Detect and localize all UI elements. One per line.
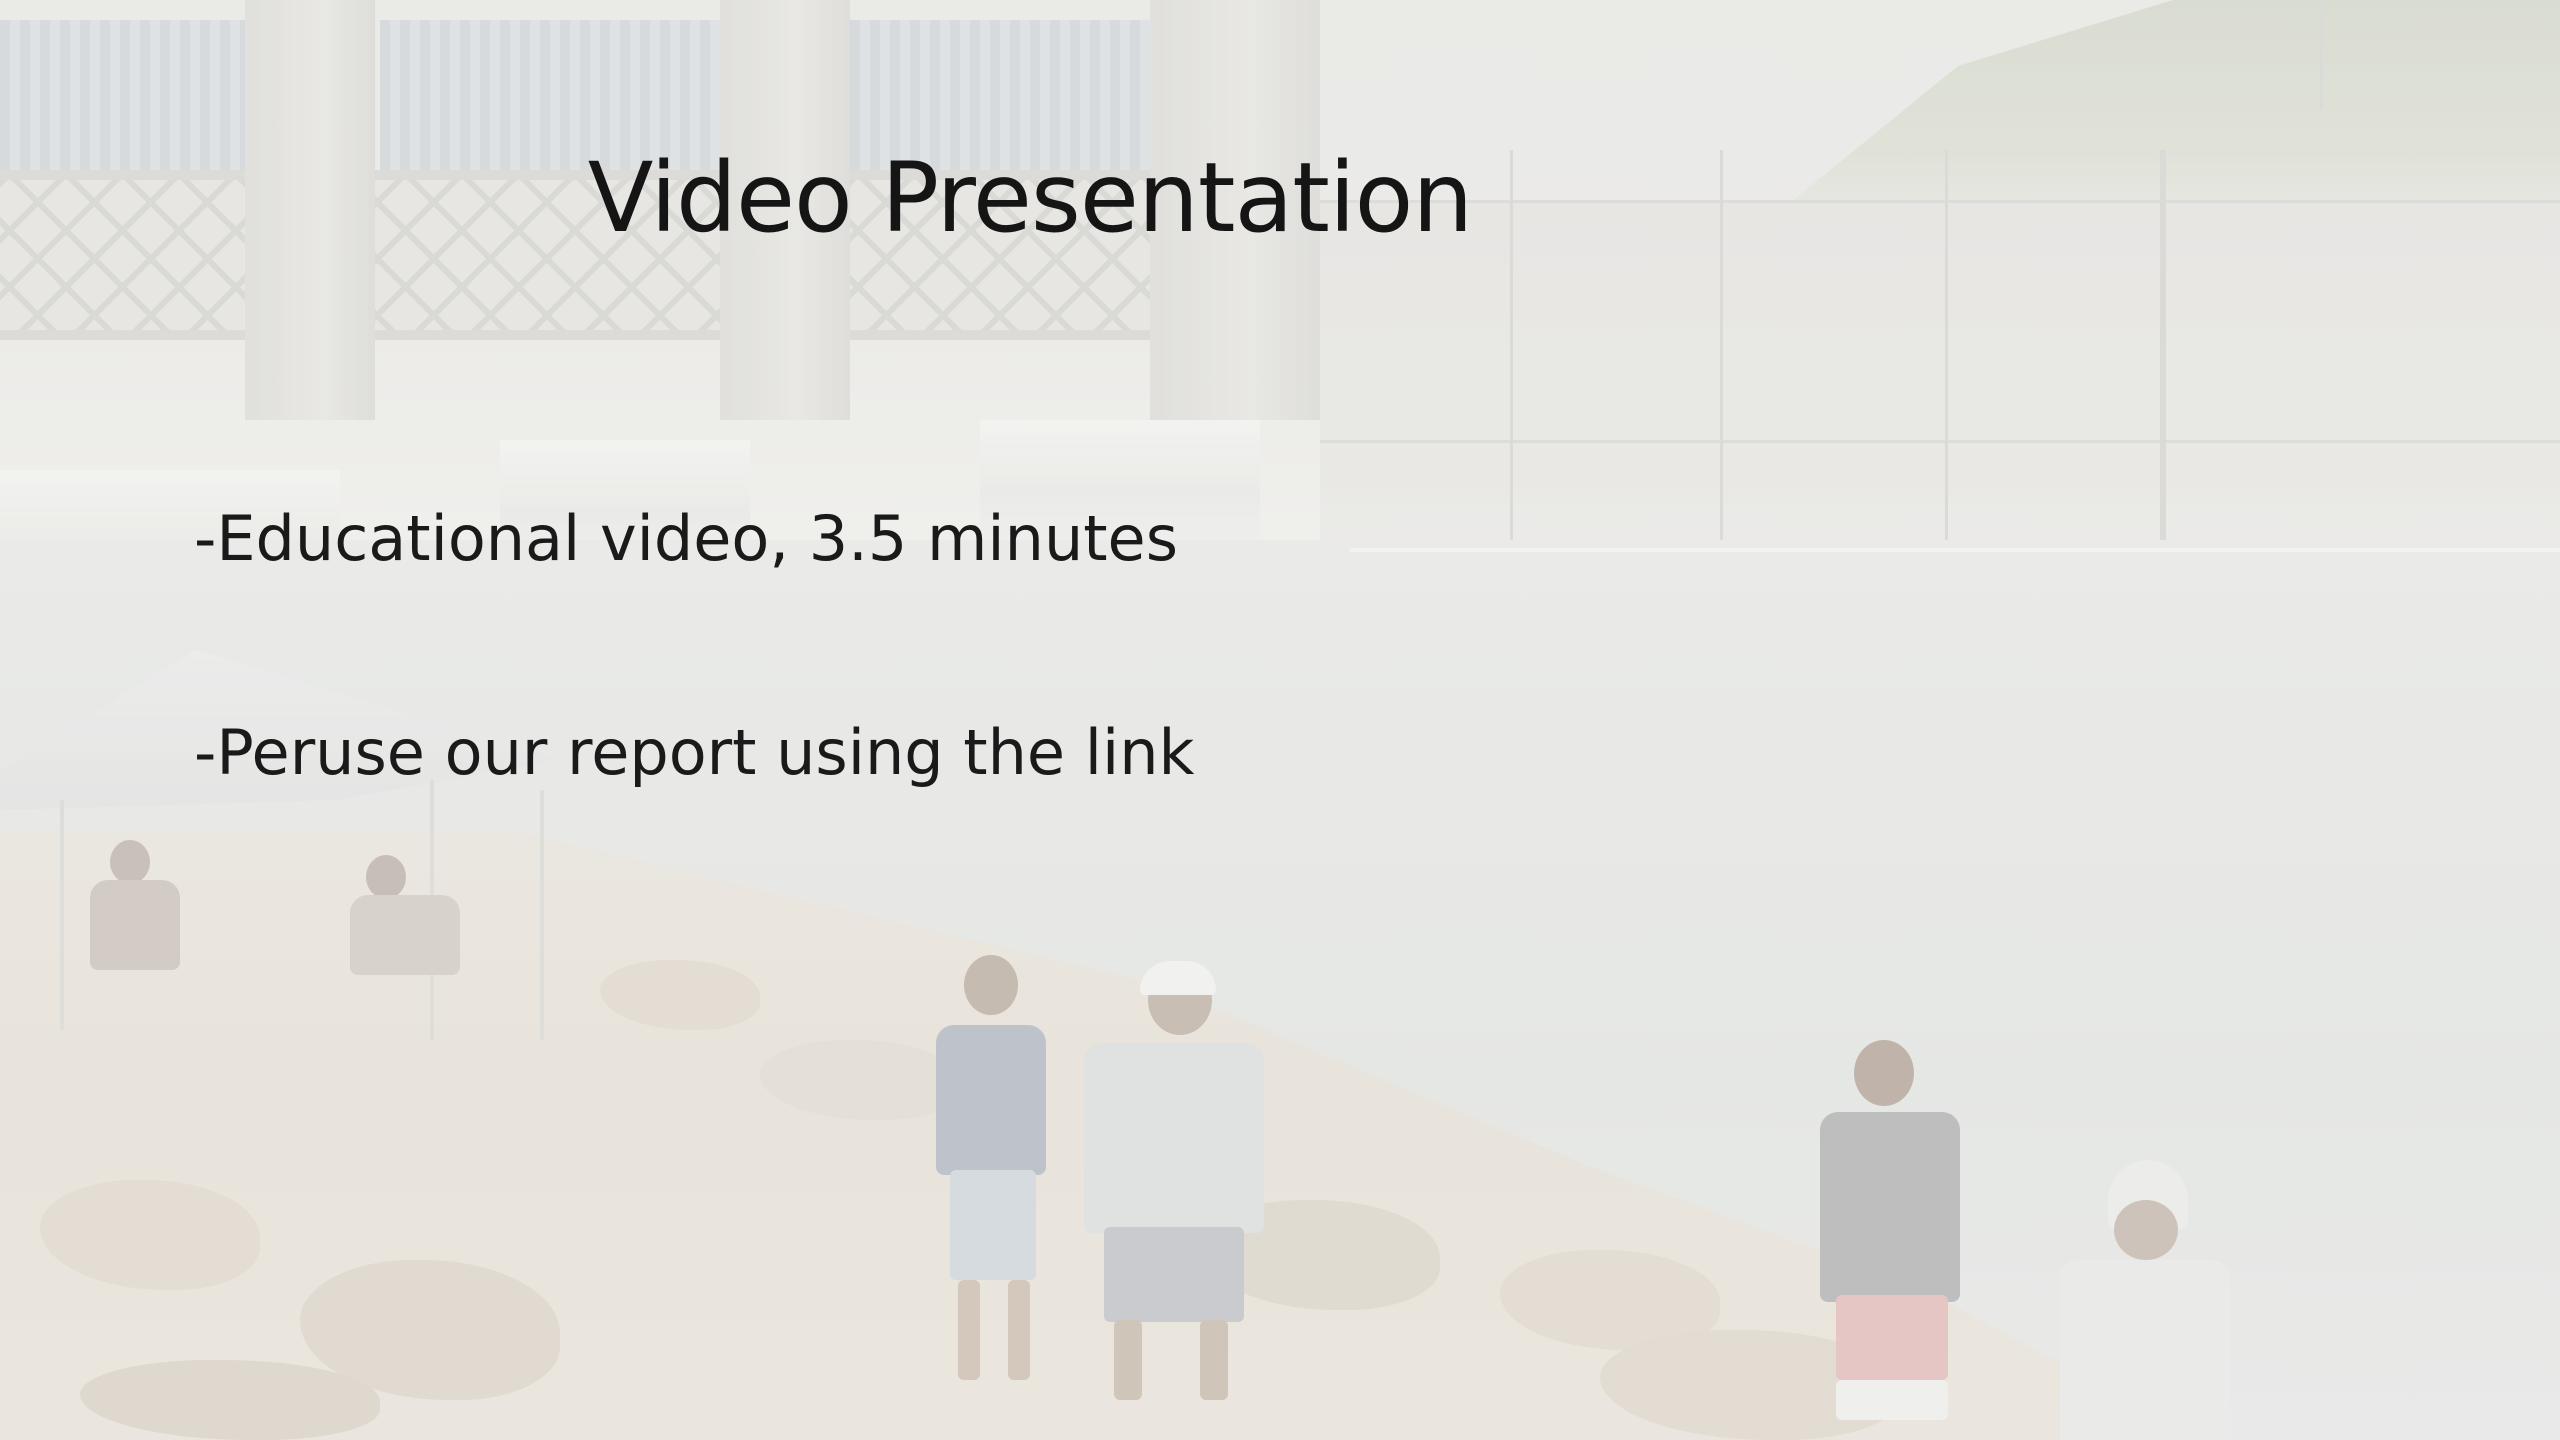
- bullet-item: -Educational video, 3.5 minutes: [194, 502, 1179, 575]
- slide-title: Video Presentation: [587, 142, 1473, 254]
- bullet-item: -Peruse our report using the link: [194, 716, 1195, 789]
- presentation-slide: Video Presentation -Educational video, 3…: [0, 0, 2560, 1440]
